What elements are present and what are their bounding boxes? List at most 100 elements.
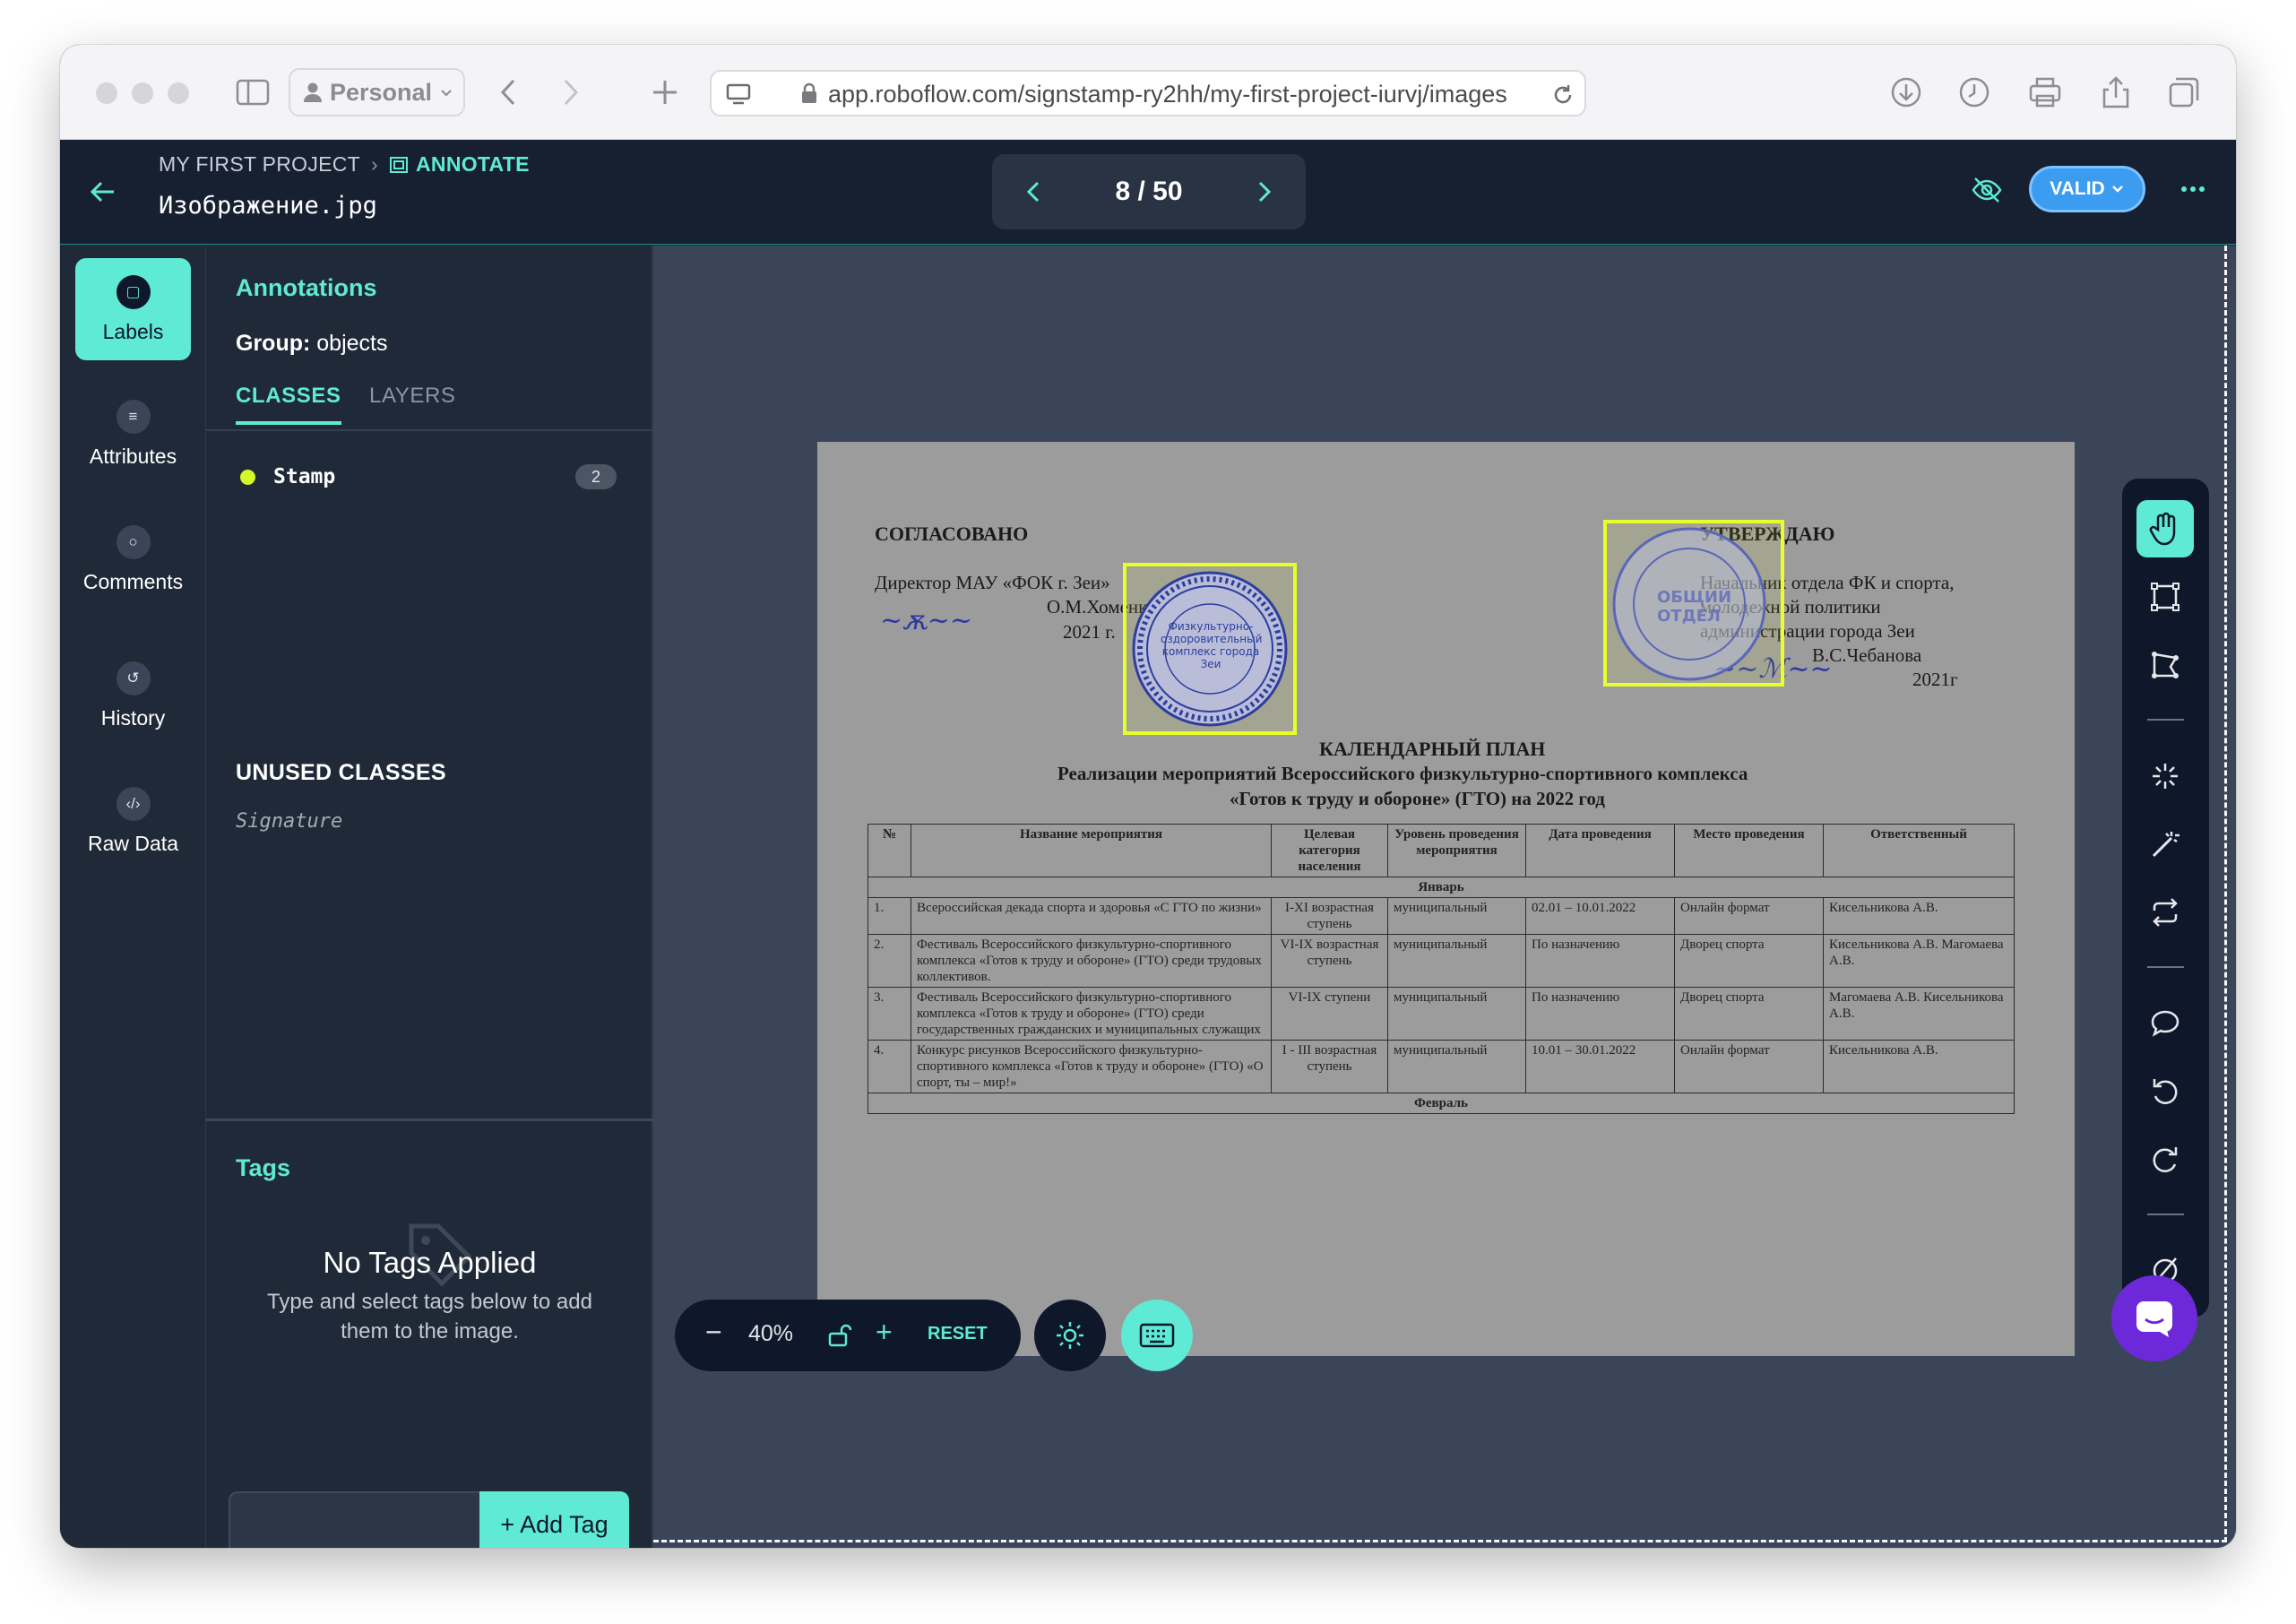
- support-chat-button[interactable]: [2111, 1275, 2197, 1361]
- signature-scribble: ~ѫ~~: [880, 605, 973, 636]
- stamp-text: ОБЩИЙ ОТДЕЛ: [1657, 588, 1732, 626]
- minimize-window-button[interactable]: [132, 82, 153, 104]
- breadcrumb-annotate[interactable]: ANNOTATE: [389, 152, 530, 177]
- history-clock-icon[interactable]: [1955, 72, 1994, 113]
- group-value: objects: [316, 331, 388, 356]
- pan-hand-tool[interactable]: [2136, 500, 2194, 557]
- breadcrumb: MY FIRST PROJECT › ANNOTATE: [159, 152, 530, 177]
- tag-input[interactable]: [229, 1491, 481, 1548]
- chevron-down-icon: [441, 90, 452, 97]
- repeat-previous-tool[interactable]: [2136, 884, 2194, 941]
- code-icon: ‹/›: [116, 786, 151, 821]
- sidebar-toggle-icon[interactable]: [232, 72, 273, 113]
- class-row-stamp[interactable]: Stamp 2: [240, 461, 617, 493]
- smart-select-tool[interactable]: [2136, 747, 2194, 805]
- stamp-text: Физкультурно-оздоровительный комплекс го…: [1161, 620, 1263, 670]
- breadcrumb-annotate-label: ANNOTATE: [416, 152, 530, 176]
- magic-wand-icon: [2152, 832, 2179, 858]
- divider: [2147, 966, 2184, 968]
- panel-title: Annotations: [236, 274, 377, 301]
- tab-layers[interactable]: LAYERS: [369, 384, 456, 409]
- more-options-icon[interactable]: [2179, 185, 2206, 194]
- divider: [2147, 1214, 2184, 1215]
- share-icon[interactable]: [2096, 72, 2136, 113]
- rail-item-raw-data[interactable]: ‹/› Raw Data: [75, 770, 191, 872]
- breadcrumb-project[interactable]: MY FIRST PROJECT: [159, 152, 360, 177]
- back-arrow-icon[interactable]: [90, 179, 117, 204]
- close-window-button[interactable]: [96, 82, 117, 104]
- rail-item-history[interactable]: ↺ History: [75, 644, 191, 747]
- doc-title: КАЛЕНДАРНЫЙ ПЛАН: [1319, 738, 1546, 760]
- class-color-dot: [240, 469, 255, 485]
- sun-icon: [1057, 1322, 1083, 1349]
- zoom-in-button[interactable]: +: [876, 1316, 893, 1349]
- class-count-badge: 2: [575, 464, 617, 489]
- tool-palette: [2122, 479, 2209, 1317]
- rail-label: Labels: [102, 319, 164, 343]
- rail-item-attributes[interactable]: ≡ Attributes: [75, 383, 191, 485]
- comment-icon: [2151, 1010, 2179, 1037]
- history-icon: ↺: [116, 661, 151, 695]
- table-header: Уровень проведения мероприятия: [1387, 824, 1526, 877]
- magic-wand-tool[interactable]: [2136, 816, 2194, 873]
- rail-label: Attributes: [89, 444, 177, 468]
- zoom-out-button[interactable]: −: [705, 1316, 722, 1349]
- profile-selector[interactable]: Personal: [289, 68, 465, 117]
- zoom-reset-button[interactable]: RESET: [928, 1324, 988, 1344]
- bounding-box-tool[interactable]: [2136, 568, 2194, 626]
- chat-icon: [2136, 1301, 2172, 1337]
- unused-class-signature[interactable]: Signature: [236, 810, 342, 833]
- keyboard-shortcuts-button[interactable]: [1121, 1300, 1193, 1371]
- image-counter: 8 / 50: [1115, 177, 1183, 206]
- profile-label: Personal: [330, 78, 433, 106]
- table-header: Дата проведения: [1525, 824, 1675, 877]
- address-bar[interactable]: app.roboflow.com/signstamp-ry2hh/my-firs…: [710, 70, 1586, 117]
- previous-image-icon[interactable]: [1026, 180, 1040, 203]
- brightness-button[interactable]: [1034, 1300, 1106, 1371]
- table-header: Ответственный: [1823, 824, 2015, 877]
- rail-label: History: [100, 705, 166, 730]
- back-icon[interactable]: [490, 72, 526, 113]
- table-month: Февраль: [867, 1093, 2015, 1114]
- table-row: 4. Конкурс рисунков Всероссийского физкул…: [867, 1040, 2015, 1093]
- next-image-icon[interactable]: [1257, 180, 1272, 203]
- lock-icon: [802, 82, 816, 103]
- annotations-panel: Annotations Group: objects CLASSES LAYER…: [206, 246, 653, 1548]
- sparkle-icon: [2153, 764, 2178, 789]
- polygon-tool[interactable]: [2136, 636, 2194, 694]
- stamp-bounding-box[interactable]: Физкультурно-оздоровительный комплекс го…: [1123, 563, 1297, 735]
- hide-annotations-icon[interactable]: [1971, 176, 2003, 204]
- downloads-icon[interactable]: [1886, 72, 1926, 113]
- valid-status-label: VALID: [2050, 178, 2105, 199]
- doc-left-heading: СОГЛАСОВАНО: [875, 523, 1029, 545]
- redo-tool[interactable]: [2136, 1131, 2194, 1188]
- browser-window: Personal app.roboflow.com/signstamp-ry2h…: [60, 45, 2236, 1548]
- print-icon[interactable]: [2025, 72, 2065, 113]
- class-name: Stamp: [273, 465, 336, 488]
- reload-icon[interactable]: [1550, 82, 1575, 108]
- undo-tool[interactable]: [2136, 1063, 2194, 1120]
- tab-classes[interactable]: CLASSES: [236, 384, 341, 425]
- new-tab-icon[interactable]: [647, 72, 683, 113]
- zoom-window-button[interactable]: [168, 82, 189, 104]
- valid-status-button[interactable]: VALID: [2029, 166, 2145, 212]
- tabs-overview-icon[interactable]: [2164, 72, 2204, 113]
- divider: [206, 429, 653, 431]
- browser-toolbar: Personal app.roboflow.com/signstamp-ry2h…: [60, 45, 2236, 140]
- add-tag-button[interactable]: + Add Tag: [479, 1491, 629, 1548]
- page-settings-icon[interactable]: [726, 83, 751, 105]
- comment-tool[interactable]: [2136, 995, 2194, 1052]
- app-header: MY FIRST PROJECT › ANNOTATE Изображение.…: [60, 140, 2236, 245]
- url-text: app.roboflow.com/signstamp-ry2hh/my-firs…: [828, 81, 1507, 108]
- table-header: Место проведения: [1674, 824, 1824, 877]
- label-icon: ▢: [116, 274, 151, 309]
- rail-item-labels[interactable]: ▢ Labels: [75, 258, 191, 360]
- lock-zoom-icon[interactable]: [827, 1323, 852, 1348]
- table-header: Название мероприятия: [911, 824, 1272, 877]
- forward-icon[interactable]: [553, 72, 589, 113]
- stamp-bounding-box[interactable]: ОБЩИЙ ОТДЕЛ: [1603, 520, 1784, 687]
- document-image[interactable]: СОГЛАСОВАНО Директор МАУ «ФОК г. Зеи» О.…: [817, 442, 2075, 1356]
- rail-label: Comments: [82, 569, 184, 593]
- rail-item-comments[interactable]: ○ Comments: [75, 508, 191, 610]
- undo-icon: [2153, 1079, 2178, 1104]
